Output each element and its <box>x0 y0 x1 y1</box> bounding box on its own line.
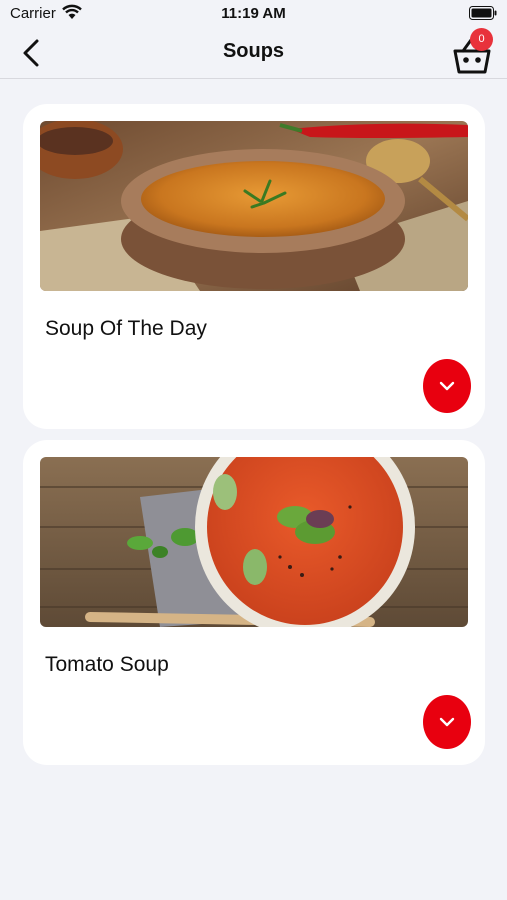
item-title: Soup Of The Day <box>45 317 207 340</box>
battery-icon <box>469 6 497 20</box>
chevron-down-icon <box>439 717 455 727</box>
cart-count-badge: 0 <box>470 28 493 51</box>
list-item[interactable]: Soup Of The Day <box>23 104 485 429</box>
expand-button[interactable] <box>423 695 471 749</box>
soup-of-the-day-image <box>40 121 468 291</box>
item-title: Tomato Soup <box>45 653 169 676</box>
chevron-down-icon <box>439 381 455 391</box>
status-time: 11:19 AM <box>221 5 286 22</box>
status-bar: Carrier 11:19 AM <box>0 0 507 28</box>
nav-bar: Soups <box>0 28 507 79</box>
list-item[interactable]: Tomato Soup <box>23 440 485 765</box>
page-title: Soups <box>222 40 285 62</box>
expand-button[interactable] <box>423 359 471 413</box>
tomato-soup-image <box>40 457 468 627</box>
